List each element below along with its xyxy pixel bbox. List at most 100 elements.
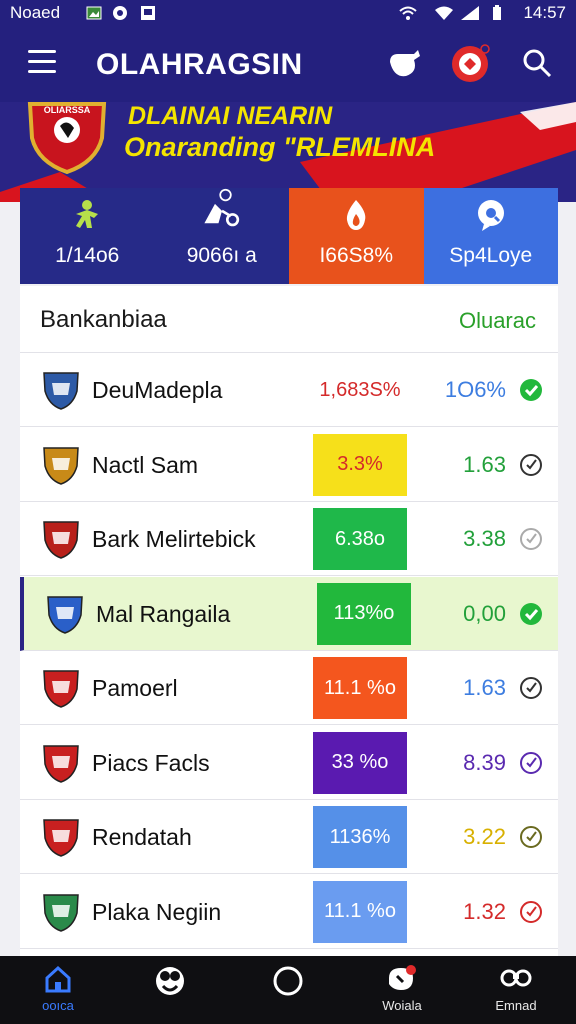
nav-explore[interactable]: Emnad: [466, 964, 566, 1020]
app-title: OLAHRAGSIN: [96, 48, 303, 81]
percent-value: 113%o: [333, 602, 395, 624]
team-row[interactable]: Plaka Negiin 11.1 %o 1.32: [20, 874, 558, 949]
percent-value: 33 %o: [331, 751, 389, 773]
chat-icon: [477, 200, 504, 231]
check-icon[interactable]: [518, 750, 544, 776]
odds-value: 0,00: [463, 600, 506, 626]
team-logo-icon: [43, 446, 79, 485]
team-logo-icon: [43, 372, 79, 410]
whistle-icon[interactable]: [384, 44, 424, 84]
sync-icon: [113, 6, 127, 20]
status-bar: Noaed 14:57: [0, 0, 576, 26]
nav-matches[interactable]: [120, 964, 220, 1020]
notification-icon: [389, 965, 416, 990]
team-row[interactable]: DeuMadepla 1,683S% 1O6%: [20, 353, 558, 427]
nav-center[interactable]: [238, 964, 338, 1020]
percent-value: 11.1 %o: [324, 900, 396, 922]
battery-icon: [493, 5, 501, 20]
team-row[interactable]: Piacs Facls 33 %o 8.39: [20, 725, 558, 800]
team-logo-icon: [43, 521, 79, 559]
tile-label: Sp4Loye: [449, 244, 533, 267]
team-logo-icon: [47, 595, 83, 634]
odds-value: 1O6%: [444, 377, 506, 402]
percent-value: 1,683S%: [319, 378, 401, 401]
team-logo-icon: [43, 670, 79, 708]
check-icon[interactable]: [518, 824, 544, 850]
nav-notifications[interactable]: Woiala: [352, 964, 452, 1020]
tile-runner[interactable]: 1/14o6: [20, 188, 155, 284]
carrier-label: Noaed: [10, 3, 61, 22]
percent-badge: 11.1 %o: [313, 657, 407, 719]
signal-icon: [461, 6, 479, 20]
percent-badge: 113%o: [317, 582, 411, 645]
tile-label: 1/14o6: [55, 244, 120, 267]
view-all-link[interactable]: Oluarac: [459, 308, 536, 334]
nav-label: ooıca: [42, 998, 74, 1013]
team-row[interactable]: Mal Rangaila 113%o 0,00: [20, 576, 558, 651]
rankings-card: Bankanbiaa Oluarac DeuMadepla 1,683S% 1O…: [20, 286, 558, 956]
card-title: Bankanbiaa: [40, 306, 167, 333]
odds-value: 8.39: [463, 749, 506, 775]
stat-tiles: 1/14o6 9066ı a I66S8% Sp4Loye: [20, 188, 558, 284]
profile-badge-icon[interactable]: [450, 44, 490, 84]
tile-trending[interactable]: I66S8%: [289, 188, 424, 284]
banner-subheadline: Onaranding "RLEMLINA: [124, 132, 436, 162]
check-icon[interactable]: [518, 675, 544, 701]
percent-value: 11.1 %o: [324, 676, 396, 699]
check-icon[interactable]: [518, 452, 544, 478]
team-name: Nactl Sam: [92, 451, 199, 478]
ball-icon: [156, 967, 184, 995]
referee-icon: [204, 188, 239, 227]
tile-label: I66S8%: [319, 244, 394, 267]
team-row[interactable]: Pamoerl 11.1 %o 1.63: [20, 651, 558, 725]
team-logo-icon: [43, 819, 79, 857]
odds-value: 3.22: [463, 824, 506, 849]
nav-label: Emnad: [495, 998, 537, 1013]
card-header: Bankanbiaa Oluarac: [20, 286, 558, 353]
app-bar: OLAHRAGSIN: [0, 26, 576, 102]
image-icon: [86, 6, 102, 20]
nav-home[interactable]: ooıca: [8, 964, 108, 1020]
team-name: Bark Melirtebick: [92, 526, 256, 552]
team-name: Piacs Facls: [92, 749, 210, 776]
search-icon[interactable]: [518, 44, 558, 84]
check-icon[interactable]: [518, 601, 544, 627]
check-icon[interactable]: [518, 377, 544, 403]
percent-badge: 1,683S%: [313, 359, 407, 421]
promo-banner[interactable]: OLIARSSA DLAINAI NEARIN Onaranding "RLEM…: [0, 102, 576, 202]
check-icon[interactable]: [518, 899, 544, 925]
binoculars-icon: [500, 969, 532, 987]
runner-icon: [76, 200, 99, 228]
odds-value: 1.63: [463, 451, 506, 477]
home-icon: [45, 965, 71, 993]
team-name: Rendatah: [92, 824, 192, 850]
percent-badge: 1136%: [313, 806, 407, 868]
percent-badge: 11.1 %o: [313, 880, 407, 943]
odds-value: 1.32: [463, 898, 506, 924]
team-name: Pamoerl: [92, 675, 178, 701]
percent-badge: 33 %o: [313, 731, 407, 794]
wifi-icon: [435, 6, 453, 20]
percent-value: 3.3%: [337, 453, 383, 475]
tile-label: 9066ı a: [186, 244, 257, 267]
tile-referee[interactable]: 9066ı a: [154, 188, 289, 284]
menu-button[interactable]: [28, 50, 56, 76]
banner-headline: DLAINAI NEARIN: [128, 102, 333, 130]
wifi-calling-icon: [399, 6, 417, 20]
app-screen: Noaed 14:57 OLAHRAGSIN OLIARSSA DLAINAI …: [0, 0, 576, 1024]
tile-support[interactable]: Sp4Loye: [423, 188, 558, 284]
team-row[interactable]: Rendatah 1136% 3.22: [20, 800, 558, 874]
odds-value: 3.38: [463, 526, 506, 551]
team-logo-icon: [43, 893, 79, 932]
team-name: Plaka Negiin: [92, 898, 222, 925]
odds-value: 1.63: [463, 675, 506, 700]
team-name: Mal Rangaila: [96, 600, 231, 627]
check-icon[interactable]: [518, 526, 544, 552]
percent-value: 6.38o: [334, 527, 386, 550]
team-row[interactable]: Nactl Sam 3.3% 1.63: [20, 427, 558, 502]
club-crest-icon: OLIARSSA: [27, 102, 107, 174]
team-row[interactable]: Bark Melirtebick 6.38o 3.38: [20, 502, 558, 576]
percent-badge: 6.38o: [313, 508, 407, 570]
flame-icon: [347, 200, 366, 230]
message-icon: [141, 6, 155, 20]
